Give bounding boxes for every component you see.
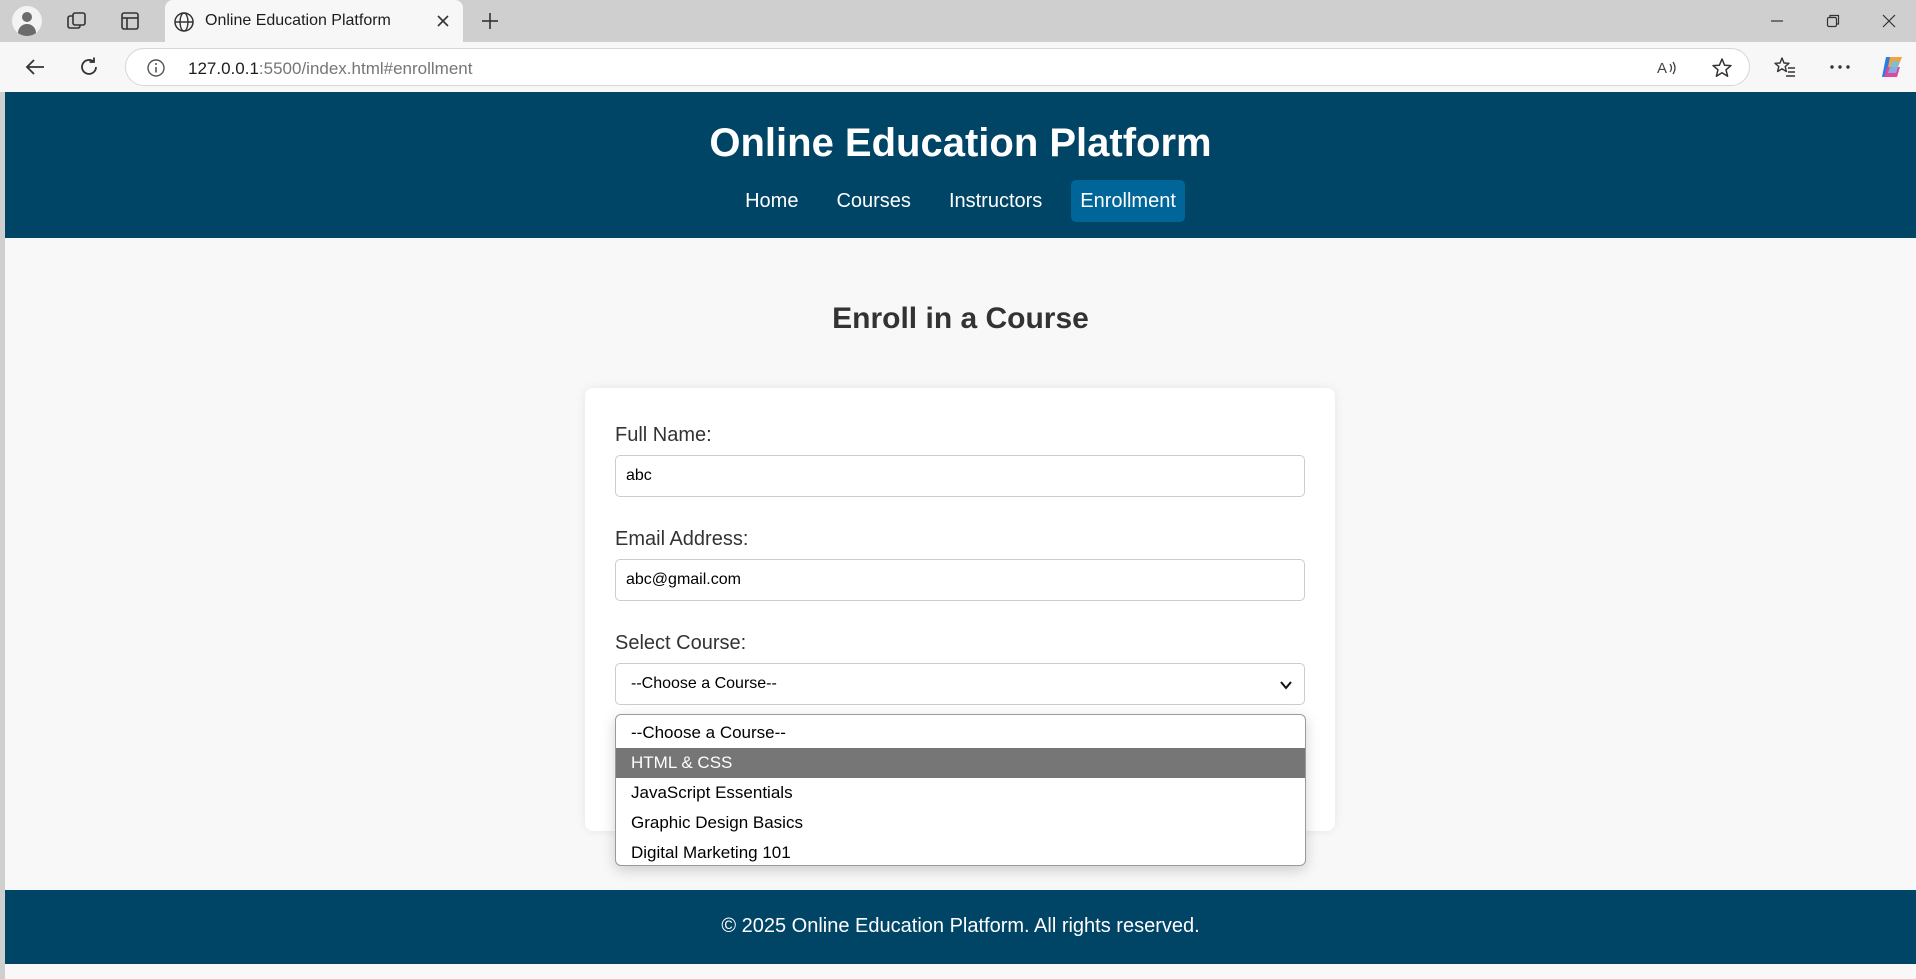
full-name-label: Full Name: — [615, 424, 712, 446]
nav-link-instructors[interactable]: Instructors — [940, 180, 1051, 222]
site-info-icon[interactable] — [146, 58, 166, 78]
reload-icon[interactable] — [73, 51, 105, 83]
course-option[interactable]: JavaScript Essentials — [616, 778, 1305, 808]
course-option[interactable]: Graphic Design Basics — [616, 808, 1305, 838]
add-favorite-star-icon[interactable] — [1710, 56, 1734, 80]
close-window-icon[interactable] — [1874, 6, 1904, 36]
course-select-value: --Choose a Course-- — [631, 675, 777, 692]
course-option-highlighted[interactable]: HTML & CSS — [616, 748, 1305, 778]
full-name-input[interactable] — [615, 455, 1305, 497]
nav-link-home[interactable]: Home — [736, 180, 807, 222]
profile-icon[interactable] — [12, 6, 42, 36]
nav-link-enrollment[interactable]: Enrollment — [1071, 180, 1185, 222]
tab-actions-icon[interactable] — [115, 7, 145, 35]
restore-icon[interactable] — [1818, 6, 1848, 36]
email-label: Email Address: — [615, 528, 749, 550]
course-dropdown-list: --Choose a Course-- HTML & CSS JavaScrip… — [615, 714, 1306, 866]
course-label: Select Course: — [615, 632, 747, 654]
browser-tab-active[interactable]: Online Education Platform — [165, 0, 463, 42]
main-nav: Home Courses Instructors Enrollment — [5, 180, 1916, 222]
nav-link-courses[interactable]: Courses — [827, 180, 919, 222]
chevron-down-icon — [1280, 681, 1292, 690]
course-option[interactable]: --Choose a Course-- — [616, 718, 1305, 748]
footer-copyright: © 2025 Online Education Platform. All ri… — [721, 915, 1200, 937]
new-tab-icon[interactable] — [475, 7, 505, 35]
site-footer: © 2025 Online Education Platform. All ri… — [5, 890, 1916, 964]
close-tab-icon[interactable] — [433, 11, 453, 31]
more-options-icon[interactable] — [1824, 51, 1856, 83]
globe-icon — [174, 12, 194, 32]
back-arrow-icon[interactable] — [19, 51, 51, 83]
site-title: Online Education Platform — [709, 121, 1212, 165]
browser-toolbar: 127.0.0.1:5500/index.html#enrollment A — [0, 42, 1916, 92]
course-option[interactable]: Digital Marketing 101 — [616, 838, 1305, 865]
tab-title: Online Education Platform — [205, 12, 391, 29]
workspaces-icon[interactable] — [62, 7, 92, 35]
course-select[interactable]: --Choose a Course-- — [615, 663, 1305, 705]
copilot-icon[interactable] — [1876, 51, 1908, 83]
url-path: :5500/index.html#enrollment — [258, 59, 473, 78]
minimize-icon[interactable] — [1762, 6, 1792, 36]
svg-text:A: A — [1657, 60, 1667, 77]
url-text[interactable]: 127.0.0.1:5500/index.html#enrollment — [188, 59, 472, 79]
page-viewport: Online Education Platform Home Courses I… — [5, 92, 1916, 979]
read-aloud-icon[interactable]: A — [1656, 57, 1678, 79]
favorites-icon[interactable] — [1769, 51, 1801, 83]
site-header: Online Education Platform Home Courses I… — [5, 92, 1916, 238]
enrollment-heading: Enroll in a Course — [832, 302, 1089, 335]
email-input[interactable] — [615, 559, 1305, 601]
url-host: 127.0.0.1 — [188, 59, 259, 78]
address-bar[interactable]: 127.0.0.1:5500/index.html#enrollment A — [125, 48, 1750, 86]
browser-tab-bar: Online Education Platform — [0, 0, 1916, 42]
